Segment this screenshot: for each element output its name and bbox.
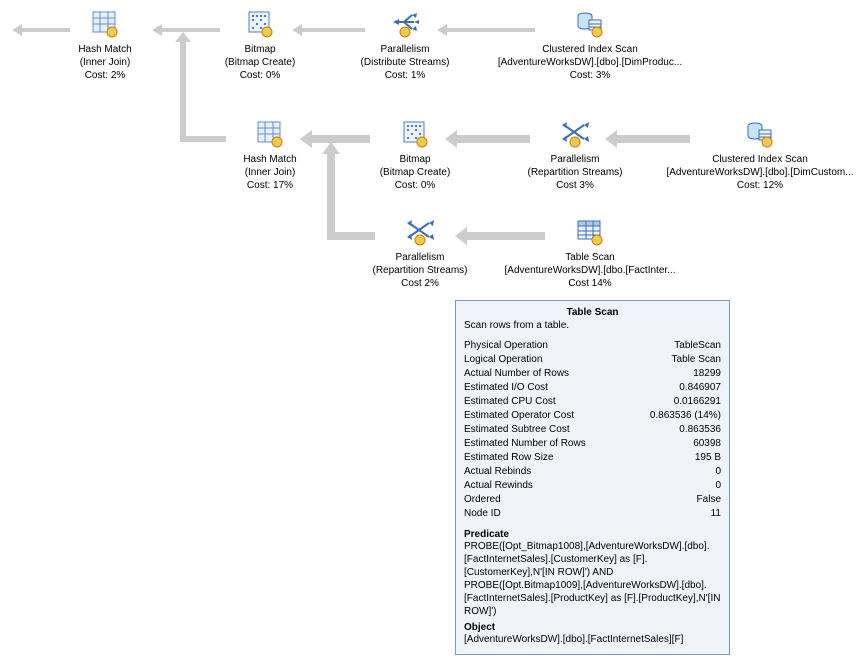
- tt-val: Table Scan: [672, 353, 721, 367]
- node-bitmap-1[interactable]: Bitmap (Bitmap Create) Cost: 0%: [185, 10, 335, 82]
- node-cost: Cost: 12%: [660, 179, 860, 192]
- node-cost: Cost 14%: [490, 277, 690, 290]
- node-parallelism-3[interactable]: Parallelism (Repartition Streams) Cost 2…: [345, 218, 495, 290]
- node-cost: Cost 2%: [345, 277, 495, 290]
- tt-val: 0: [715, 465, 721, 479]
- node-hash-match-2[interactable]: Hash Match (Inner Join) Cost: 17%: [195, 120, 345, 192]
- tt-val: 0.846907: [679, 381, 721, 395]
- tt-key: Estimated Operator Cost: [464, 409, 574, 423]
- table-scan-icon: [575, 218, 605, 249]
- hash-match-icon: [255, 120, 285, 151]
- bitmap-icon: [245, 10, 275, 41]
- node-title: Table Scan: [490, 251, 690, 264]
- parallelism-icon: [560, 120, 590, 151]
- tooltip-table-scan: Table Scan Scan rows from a table. Physi…: [455, 300, 730, 655]
- node-cost: Cost: 3%: [490, 69, 690, 82]
- tooltip-object-title: Object: [464, 622, 721, 633]
- tt-key: Ordered: [464, 493, 501, 507]
- node-title: Parallelism: [500, 153, 650, 166]
- tt-val: 195 B: [695, 451, 721, 465]
- node-title: Hash Match: [195, 153, 345, 166]
- tooltip-predicate-title: Predicate: [464, 529, 721, 540]
- tooltip-properties: Physical Operation TableScan Logical Oper…: [464, 339, 721, 521]
- node-title: Bitmap: [185, 43, 335, 56]
- tt-val: 0.0166291: [674, 395, 721, 409]
- node-cis-2[interactable]: Clustered Index Scan [AdventureWorksDW].…: [660, 120, 860, 192]
- node-subtitle: (Distribute Streams): [330, 56, 480, 69]
- tt-key: Actual Rebinds: [464, 465, 531, 479]
- arrow-head-icon: [12, 24, 22, 36]
- tt-key: Physical Operation: [464, 339, 548, 353]
- tt-key: Node ID: [464, 507, 501, 521]
- tt-val: 0: [715, 479, 721, 493]
- node-cost: Cost: 2%: [30, 69, 180, 82]
- tt-key: Estimated Row Size: [464, 451, 553, 465]
- tt-key: Estimated Subtree Cost: [464, 423, 570, 437]
- node-parallelism-2[interactable]: Parallelism (Repartition Streams) Cost 3…: [500, 120, 650, 192]
- tt-key: Estimated Number of Rows: [464, 437, 586, 451]
- tooltip-object-section: Object [AdventureWorksDW].[dbo].[FactInt…: [464, 622, 721, 646]
- node-subtitle: (Inner Join): [30, 56, 180, 69]
- bitmap-icon: [400, 120, 430, 151]
- node-title: Clustered Index Scan: [660, 153, 860, 166]
- hash-match-icon: [90, 10, 120, 41]
- tt-val: 60398: [693, 437, 721, 451]
- node-cost: Cost: 0%: [185, 69, 335, 82]
- node-title: Hash Match: [30, 43, 180, 56]
- tt-key: Actual Rewinds: [464, 479, 533, 493]
- clustered-index-scan-icon: [745, 120, 775, 151]
- node-cis-1[interactable]: Clustered Index Scan [AdventureWorksDW].…: [490, 10, 690, 82]
- node-table-scan[interactable]: Table Scan [AdventureWorksDW].[dbo.[Fact…: [490, 218, 690, 290]
- node-cost: Cost 3%: [500, 179, 650, 192]
- node-parallelism-1[interactable]: Parallelism (Distribute Streams) Cost: 1…: [330, 10, 480, 82]
- node-subtitle: (Inner Join): [195, 166, 345, 179]
- node-subtitle: (Bitmap Create): [185, 56, 335, 69]
- tt-val: TableScan: [674, 339, 721, 353]
- node-title: Parallelism: [345, 251, 495, 264]
- parallelism-icon: [405, 218, 435, 249]
- node-bitmap-2[interactable]: Bitmap (Bitmap Create) Cost: 0%: [340, 120, 490, 192]
- node-title: Bitmap: [340, 153, 490, 166]
- tooltip-title: Table Scan: [464, 307, 721, 318]
- node-subtitle: [AdventureWorksDW].[dbo].[DimCustom...: [660, 166, 860, 179]
- node-hash-match-1[interactable]: Hash Match (Inner Join) Cost: 2%: [30, 10, 180, 82]
- node-cost: Cost: 17%: [195, 179, 345, 192]
- node-subtitle: (Bitmap Create): [340, 166, 490, 179]
- tt-key: Logical Operation: [464, 353, 542, 367]
- tt-val: 11: [711, 507, 721, 521]
- node-subtitle: [AdventureWorksDW].[dbo.[FactInter...: [490, 264, 690, 277]
- tt-key: Estimated CPU Cost: [464, 395, 556, 409]
- tt-val: 0.863536 (14%): [650, 409, 721, 423]
- tt-val: False: [697, 493, 721, 507]
- parallelism-icon: [390, 10, 420, 41]
- node-title: Parallelism: [330, 43, 480, 56]
- node-subtitle: (Repartition Streams): [500, 166, 650, 179]
- node-cost: Cost: 0%: [340, 179, 490, 192]
- tooltip-description: Scan rows from a table.: [464, 320, 721, 331]
- tt-key: Estimated I/O Cost: [464, 381, 548, 395]
- node-subtitle: (Repartition Streams): [345, 264, 495, 277]
- node-cost: Cost: 1%: [330, 69, 480, 82]
- tooltip-object-text: [AdventureWorksDW].[dbo].[FactInternetSa…: [464, 633, 721, 646]
- clustered-index-scan-icon: [575, 10, 605, 41]
- node-subtitle: [AdventureWorksDW].[dbo].[DimProduc...: [490, 56, 690, 69]
- tooltip-predicate-section: Predicate PROBE([Opt_Bitmap1008],[Advent…: [464, 529, 721, 618]
- tooltip-predicate-text: PROBE([Opt_Bitmap1008],[AdventureWorksDW…: [464, 540, 721, 618]
- tt-val: 18299: [693, 367, 721, 381]
- node-title: Clustered Index Scan: [490, 43, 690, 56]
- tt-key: Actual Number of Rows: [464, 367, 569, 381]
- tt-val: 0.863536: [679, 423, 721, 437]
